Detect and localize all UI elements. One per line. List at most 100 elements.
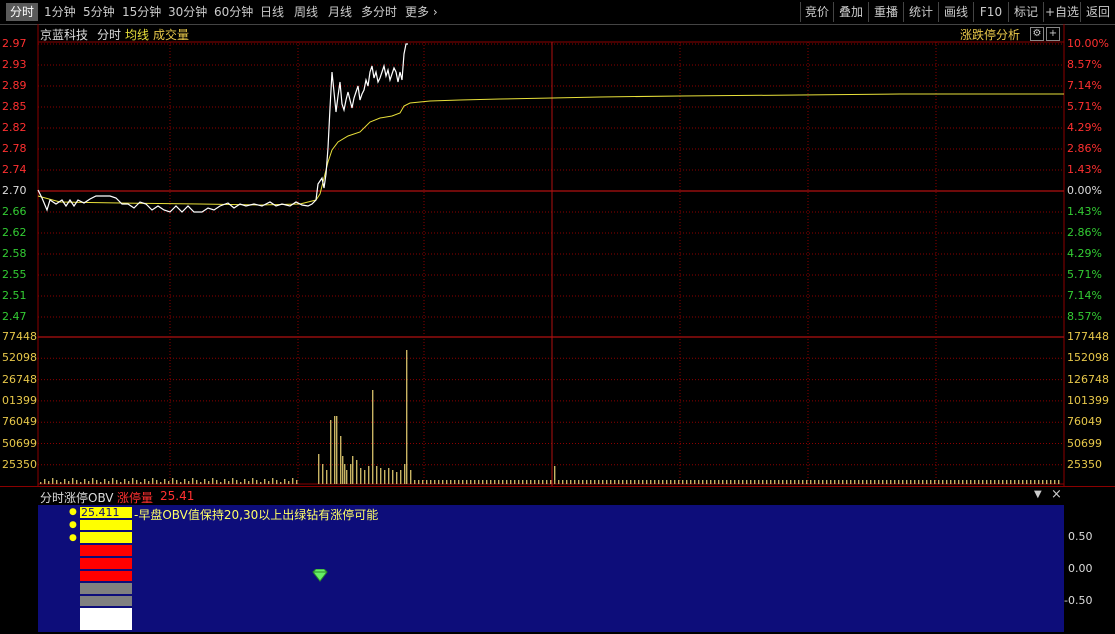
volume-bar bbox=[168, 481, 170, 484]
volume-bar bbox=[466, 480, 468, 484]
volume-bar bbox=[810, 480, 812, 484]
volume-bar bbox=[1010, 480, 1012, 484]
volume-bar bbox=[462, 480, 464, 484]
volume-bar bbox=[922, 480, 924, 484]
volume-bar bbox=[256, 480, 258, 484]
volume-bar bbox=[104, 479, 106, 484]
volume-bar bbox=[418, 480, 420, 484]
volume-bar bbox=[244, 479, 246, 484]
volume-bar bbox=[690, 480, 692, 484]
volume-bar bbox=[590, 480, 592, 484]
volume-bar bbox=[874, 480, 876, 484]
indicator-name[interactable]: 分时涨停OBV bbox=[40, 489, 114, 506]
volume-bar bbox=[470, 480, 472, 484]
volume-bar bbox=[406, 350, 408, 484]
volume-bar bbox=[76, 480, 78, 484]
volume-bar bbox=[746, 480, 748, 484]
volume-bar bbox=[88, 481, 90, 484]
volume-bar bbox=[898, 480, 900, 484]
volume-bar bbox=[204, 479, 206, 484]
volume-bar bbox=[1050, 480, 1052, 484]
volume-bar bbox=[1014, 480, 1016, 484]
volume-bar bbox=[148, 481, 150, 484]
volume-bar bbox=[910, 480, 912, 484]
volume-bar bbox=[682, 480, 684, 484]
volume-bar bbox=[554, 466, 556, 484]
volume-bar bbox=[490, 480, 492, 484]
gray-bar bbox=[80, 596, 132, 606]
volume-bar bbox=[196, 480, 198, 484]
volume-bar bbox=[694, 480, 696, 484]
volume-bar bbox=[830, 480, 832, 484]
volume-bar bbox=[698, 480, 700, 484]
volume-bar bbox=[626, 480, 628, 484]
white-bar bbox=[80, 608, 132, 630]
volume-bar bbox=[1022, 480, 1024, 484]
volume-bar bbox=[330, 420, 332, 484]
volume-bar bbox=[80, 482, 82, 484]
volume-bar bbox=[384, 470, 386, 484]
volume-bar bbox=[232, 478, 234, 484]
volume-bar bbox=[610, 480, 612, 484]
volume-bar bbox=[404, 464, 406, 484]
volume-bar bbox=[430, 480, 432, 484]
volume-bar bbox=[650, 480, 652, 484]
yellow-bar: 25.411 bbox=[80, 506, 132, 519]
volume-bar bbox=[1006, 480, 1008, 484]
volume-bar bbox=[40, 482, 42, 484]
volume-bar bbox=[906, 480, 908, 484]
volume-bar bbox=[498, 480, 500, 484]
volume-bar bbox=[152, 478, 154, 484]
volume-bar bbox=[486, 480, 488, 484]
obv-value-box: 25.411 bbox=[81, 506, 120, 519]
volume-bar bbox=[360, 468, 362, 484]
volume-bar bbox=[514, 480, 516, 484]
volume-bar bbox=[396, 472, 398, 484]
volume-bar bbox=[842, 480, 844, 484]
volume-bar bbox=[586, 480, 588, 484]
volume-bar bbox=[606, 480, 608, 484]
volume-bar bbox=[782, 480, 784, 484]
volume-bar bbox=[562, 480, 564, 484]
volume-bar bbox=[124, 479, 126, 484]
volume-bar bbox=[346, 470, 348, 484]
volume-bar bbox=[958, 480, 960, 484]
volume-bar bbox=[758, 480, 760, 484]
volume-bar bbox=[534, 480, 536, 484]
volume-bar bbox=[982, 480, 984, 484]
indicator-plot[interactable] bbox=[38, 505, 1064, 632]
volume-bar bbox=[730, 480, 732, 484]
volume-bar bbox=[774, 480, 776, 484]
volume-bar bbox=[280, 482, 282, 484]
grid-lines bbox=[37, 24, 1065, 486]
volume-bar bbox=[546, 480, 548, 484]
limit-volume-label: 涨停量 bbox=[117, 491, 154, 505]
volume-bar bbox=[526, 480, 528, 484]
volume-bar bbox=[164, 479, 166, 484]
close-icon[interactable]: × bbox=[1051, 487, 1062, 502]
volume-bar bbox=[670, 480, 672, 484]
volume-bar bbox=[662, 480, 664, 484]
volume-bar bbox=[260, 482, 262, 484]
volume-bar bbox=[276, 480, 278, 484]
volume-bar bbox=[180, 482, 182, 484]
volume-bar bbox=[902, 480, 904, 484]
volume-bar bbox=[654, 480, 656, 484]
volume-bar bbox=[380, 468, 382, 484]
volume-bar bbox=[506, 480, 508, 484]
volume-bar bbox=[558, 480, 560, 484]
volume-bar bbox=[926, 480, 928, 484]
volume-bar bbox=[970, 480, 972, 484]
volume-bar bbox=[550, 480, 552, 484]
volume-bar bbox=[866, 480, 868, 484]
volume-bar bbox=[288, 481, 290, 484]
volume-bar bbox=[188, 481, 190, 484]
dropdown-icon[interactable]: ▼ bbox=[1034, 489, 1042, 500]
volume-bar bbox=[602, 480, 604, 484]
volume-bar bbox=[518, 480, 520, 484]
volume-bar bbox=[356, 460, 358, 484]
volume-bar bbox=[1058, 480, 1060, 484]
volume-bar bbox=[1038, 480, 1040, 484]
red-bar bbox=[80, 545, 132, 556]
dot-marker-icon: ● bbox=[69, 533, 77, 543]
